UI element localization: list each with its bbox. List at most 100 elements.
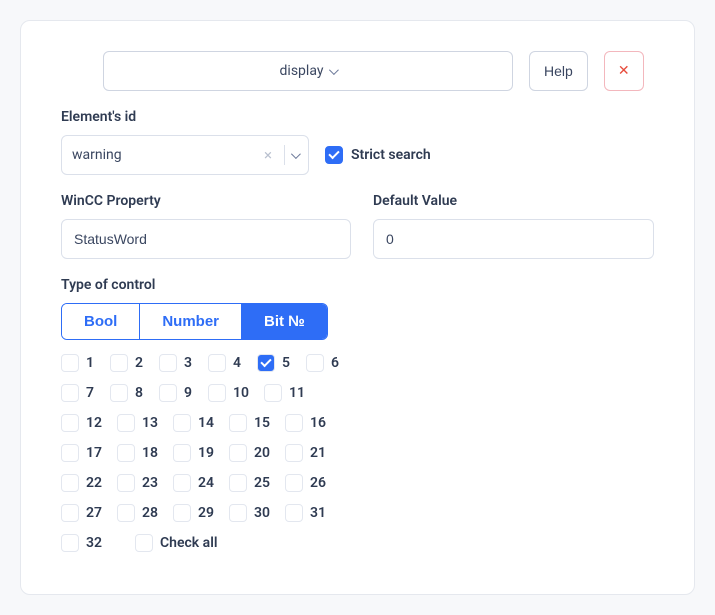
bit-checkbox-22[interactable]: 22 xyxy=(61,474,117,492)
strict-search-checkbox-wrap[interactable]: Strict search xyxy=(325,146,431,164)
help-button[interactable]: Help xyxy=(529,51,588,91)
checkbox-icon xyxy=(110,384,128,402)
help-button-label: Help xyxy=(544,63,573,79)
bit-label: 23 xyxy=(142,475,158,491)
check-all-checkbox[interactable]: Check all xyxy=(135,534,217,552)
bit-checkbox-5[interactable]: 5 xyxy=(257,354,306,372)
bit-checkbox-11[interactable]: 11 xyxy=(264,384,320,402)
bit-checkbox-7[interactable]: 7 xyxy=(61,384,110,402)
element-id-select[interactable]: warning × xyxy=(61,135,309,175)
bit-label: 4 xyxy=(233,355,241,371)
bits-row: 1 2 3 4 5 6 xyxy=(61,354,401,372)
bit-label: 5 xyxy=(282,355,290,371)
bit-label: 12 xyxy=(86,415,102,431)
bit-checkbox-18[interactable]: 18 xyxy=(117,444,173,462)
bit-checkbox-3[interactable]: 3 xyxy=(159,354,208,372)
checkbox-icon xyxy=(173,474,191,492)
bit-checkbox-10[interactable]: 10 xyxy=(208,384,264,402)
bit-checkbox-23[interactable]: 23 xyxy=(117,474,173,492)
bit-label: 29 xyxy=(198,505,214,521)
clear-icon[interactable]: × xyxy=(258,146,278,164)
chevron-down-icon[interactable] xyxy=(291,149,301,159)
checkbox-icon xyxy=(285,474,303,492)
bit-label: 1 xyxy=(86,355,94,371)
checkbox-icon xyxy=(285,504,303,522)
bit-label: 3 xyxy=(184,355,192,371)
bit-checkbox-21[interactable]: 21 xyxy=(285,444,341,462)
bit-label: 6 xyxy=(331,355,339,371)
bit-checkbox-19[interactable]: 19 xyxy=(173,444,229,462)
top-row: display Help ✕ xyxy=(61,51,654,91)
config-card: display Help ✕ Element's id warning × St… xyxy=(20,20,695,595)
bit-checkbox-29[interactable]: 29 xyxy=(173,504,229,522)
element-id-value: warning xyxy=(72,147,258,163)
element-id-row: warning × Strict search xyxy=(61,135,654,175)
bits-row-last: 32 Check all xyxy=(61,534,401,552)
bit-checkbox-6[interactable]: 6 xyxy=(306,354,355,372)
bit-checkbox-8[interactable]: 8 xyxy=(110,384,159,402)
bit-label: 25 xyxy=(254,475,270,491)
bit-checkbox-30[interactable]: 30 xyxy=(229,504,285,522)
bit-label: 9 xyxy=(184,385,192,401)
bit-checkbox-24[interactable]: 24 xyxy=(173,474,229,492)
bit-checkbox-20[interactable]: 20 xyxy=(229,444,285,462)
bit-label: 30 xyxy=(254,505,270,521)
check-all-label: Check all xyxy=(160,535,217,551)
bit-checkbox-9[interactable]: 9 xyxy=(159,384,208,402)
checkbox-icon xyxy=(229,504,247,522)
bit-checkbox-12[interactable]: 12 xyxy=(61,414,117,432)
checkbox-icon xyxy=(117,474,135,492)
strict-search-label: Strict search xyxy=(351,147,431,163)
checkbox-icon xyxy=(61,444,79,462)
bit-label: 2 xyxy=(135,355,143,371)
checkbox-icon xyxy=(61,534,79,552)
display-dropdown[interactable]: display xyxy=(103,51,513,91)
chevron-down-icon xyxy=(329,65,339,75)
bit-checkbox-2[interactable]: 2 xyxy=(110,354,159,372)
bit-checkbox-4[interactable]: 4 xyxy=(208,354,257,372)
bit-checkbox-16[interactable]: 16 xyxy=(285,414,341,432)
bit-checkbox-17[interactable]: 17 xyxy=(61,444,117,462)
checkbox-icon xyxy=(173,414,191,432)
bit-label: 13 xyxy=(142,415,158,431)
seg-bool[interactable]: Bool xyxy=(62,304,140,339)
bit-label: 19 xyxy=(198,445,214,461)
bit-label: 16 xyxy=(310,415,326,431)
default-input[interactable] xyxy=(373,219,654,259)
bit-checkbox-31[interactable]: 31 xyxy=(285,504,341,522)
bit-checkbox-25[interactable]: 25 xyxy=(229,474,285,492)
divider xyxy=(284,145,285,165)
wincc-label: WinCC Property xyxy=(61,193,351,209)
bit-label: 11 xyxy=(289,385,305,401)
bit-checkbox-15[interactable]: 15 xyxy=(229,414,285,432)
checkbox-icon xyxy=(117,414,135,432)
seg-number[interactable]: Number xyxy=(140,304,242,339)
checkbox-icon xyxy=(117,444,135,462)
bit-label: 22 xyxy=(86,475,102,491)
bit-label: 32 xyxy=(86,535,102,551)
bit-label: 15 xyxy=(254,415,270,431)
bit-checkbox-14[interactable]: 14 xyxy=(173,414,229,432)
checkbox-icon xyxy=(306,354,324,372)
bit-label: 31 xyxy=(310,505,326,521)
checkbox-icon xyxy=(61,474,79,492)
bit-checkbox-26[interactable]: 26 xyxy=(285,474,341,492)
bit-checkbox-32[interactable]: 32 xyxy=(61,534,117,552)
strict-search-checkbox[interactable] xyxy=(325,146,343,164)
checkbox-icon xyxy=(285,444,303,462)
bits-row: 1718 19 20 21 xyxy=(61,444,401,462)
bit-checkbox-1[interactable]: 1 xyxy=(61,354,110,372)
bit-checkbox-13[interactable]: 13 xyxy=(117,414,173,432)
close-button[interactable]: ✕ xyxy=(604,51,644,91)
bit-label: 21 xyxy=(310,445,326,461)
checkbox-icon xyxy=(61,384,79,402)
bit-label: 28 xyxy=(142,505,158,521)
checkbox-icon xyxy=(208,384,226,402)
bit-checkbox-28[interactable]: 28 xyxy=(117,504,173,522)
bit-checkbox-27[interactable]: 27 xyxy=(61,504,117,522)
bits-row: 27 28 29 30 31 xyxy=(61,504,401,522)
seg-bit[interactable]: Bit № xyxy=(242,304,327,339)
bit-label: 10 xyxy=(233,385,249,401)
bit-label: 8 xyxy=(135,385,143,401)
wincc-input[interactable] xyxy=(61,219,351,259)
